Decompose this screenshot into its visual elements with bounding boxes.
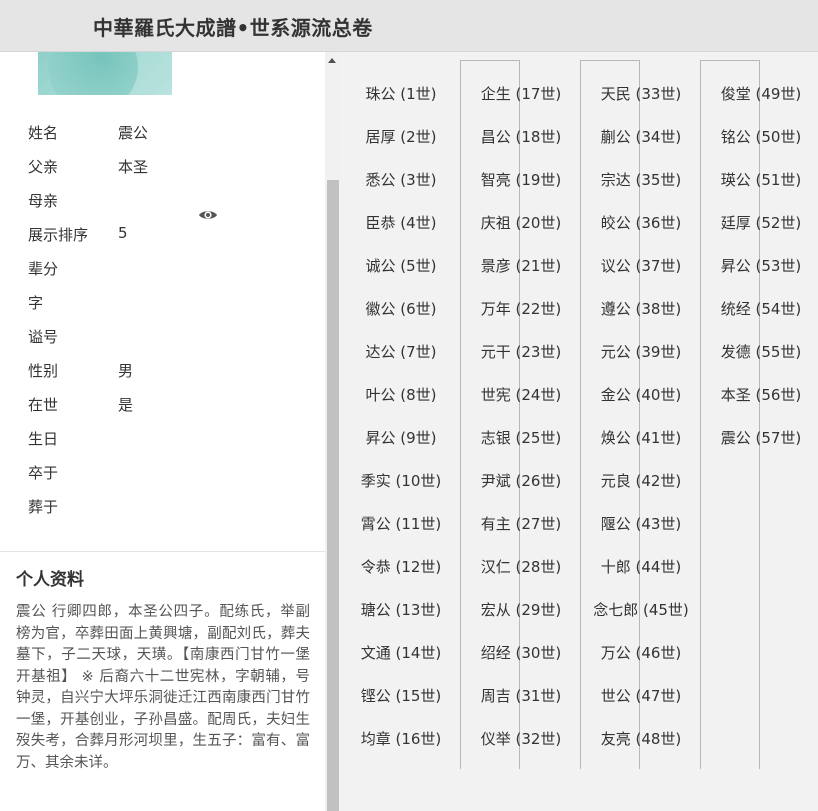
generation-item[interactable]: 有主 (27世) [481, 513, 562, 534]
generation-item[interactable]: 铿公 (15世) [361, 685, 442, 706]
generation-item[interactable]: 尹斌 (26世) [481, 470, 562, 491]
generation-item[interactable]: 万公 (46世) [601, 642, 682, 663]
generation-item[interactable]: 昌公 (18世) [481, 126, 562, 147]
field-value: 本圣 [118, 158, 149, 176]
field-label: 字 [28, 294, 44, 312]
field-value: 5 [118, 224, 128, 242]
field-label: 父亲 [28, 158, 59, 176]
field-label: 生日 [28, 430, 59, 448]
generation-item[interactable]: 世宪 (24世) [481, 384, 562, 405]
generation-item[interactable]: 本圣 (56世) [721, 384, 802, 405]
field-label: 姓名 [28, 124, 59, 142]
generation-item[interactable]: 廷厚 (52世) [721, 212, 802, 233]
generation-item[interactable]: 震公 (57世) [721, 427, 802, 448]
bio-text: 震公 行卿四郎，本圣公四子。配练氏，举副榜为官，卒葬田面上黄興塘，副配刘氏，葬夫… [16, 604, 310, 771]
generation-item[interactable]: 十郎 (44世) [601, 556, 682, 577]
scroll-up-arrow-icon[interactable] [328, 58, 336, 63]
generation-item[interactable]: 元良 (42世) [601, 470, 682, 491]
generation-item[interactable]: 铭公 (50世) [721, 126, 802, 147]
generation-item[interactable]: 叶公 (8世) [365, 384, 436, 405]
generation-item[interactable]: 昇公 (9世) [365, 427, 436, 448]
field-value: 震公 [118, 124, 149, 142]
generation-item[interactable]: 仪举 (32世) [481, 728, 562, 749]
field-value: 男 [118, 362, 134, 380]
generation-item[interactable]: 元公 (39世) [601, 341, 682, 362]
generation-item[interactable]: 焕公 (41世) [601, 427, 682, 448]
field-label: 母亲 [28, 192, 59, 210]
generation-item[interactable]: 瑛公 (51世) [721, 169, 802, 190]
scrollbar[interactable] [325, 52, 339, 811]
field-label: 辈分 [28, 260, 59, 278]
scrollbar-thumb[interactable] [327, 180, 339, 811]
avatar [38, 52, 172, 95]
generation-item[interactable]: 志银 (25世) [481, 427, 562, 448]
generation-item[interactable]: 隁公 (43世) [601, 513, 682, 534]
eye-icon[interactable] [198, 208, 218, 222]
page-title: 中華羅氏大成譜•世系源流总卷 [93, 16, 373, 40]
generation-item[interactable]: 发德 (55世) [721, 341, 802, 362]
generation-item[interactable]: 汉仁 (28世) [481, 556, 562, 577]
field-label: 在世 [28, 396, 59, 414]
field-label: 展示排序 [28, 226, 89, 244]
generation-item[interactable]: 均章 (16世) [361, 728, 442, 749]
generation-item[interactable]: 居厚 (2世) [365, 126, 436, 147]
top-bar: 中華羅氏大成譜•世系源流总卷 [0, 0, 818, 52]
generation-item[interactable]: 俊堂 (49世) [721, 83, 802, 104]
generation-item[interactable]: 万年 (22世) [481, 298, 562, 319]
field-label: 卒于 [28, 464, 59, 482]
generation-item[interactable]: 念七郎 (45世) [593, 599, 689, 620]
generation-item[interactable]: 珠公 (1世) [365, 83, 436, 104]
generation-item[interactable]: 瑭公 (13世) [361, 599, 442, 620]
generation-item[interactable]: 徽公 (6世) [365, 298, 436, 319]
generation-item[interactable]: 议公 (37世) [601, 255, 682, 276]
generation-item[interactable]: 臣恭 (4世) [365, 212, 436, 233]
generation-item[interactable]: 统经 (54世) [721, 298, 802, 319]
generation-item[interactable]: 诚公 (5世) [365, 255, 436, 276]
generation-item[interactable]: 悉公 (3世) [365, 169, 436, 190]
generation-item[interactable]: 季实 (10世) [361, 470, 442, 491]
generation-item[interactable]: 元干 (23世) [481, 341, 562, 362]
generation-item[interactable]: 昇公 (53世) [721, 255, 802, 276]
generation-item[interactable]: 宏从 (29世) [481, 599, 562, 620]
column-bracket [700, 60, 760, 769]
generation-lineage-panel: 珠公 (1世) 居厚 (2世) 悉公 (3世) 臣恭 (4世) 诚公 (5世) 徽公 (6… [339, 52, 818, 811]
generation-item[interactable]: 景彦 (21世) [481, 255, 562, 276]
generation-item[interactable]: 周吉 (31世) [481, 685, 562, 706]
field-label: 谥号 [28, 328, 59, 346]
generation-item[interactable]: 金公 (40世) [601, 384, 682, 405]
generation-item[interactable]: 绍经 (30世) [481, 642, 562, 663]
generation-item[interactable]: 庆祖 (20世) [481, 212, 562, 233]
generation-item[interactable]: 文通 (14世) [361, 642, 442, 663]
generation-item[interactable]: 霄公 (11世) [361, 513, 442, 534]
generation-item[interactable]: 令恭 (12世) [361, 556, 442, 577]
generation-item[interactable]: 皎公 (36世) [601, 212, 682, 233]
generation-item[interactable]: 达公 (7世) [365, 341, 436, 362]
section-divider [0, 551, 325, 552]
generation-item[interactable]: 友亮 (48世) [601, 728, 682, 749]
generation-item[interactable]: 企生 (17世) [481, 83, 562, 104]
section-title: 个人资料 [16, 570, 84, 590]
generation-item[interactable]: 遵公 (38世) [601, 298, 682, 319]
field-label: 性别 [28, 362, 59, 380]
profile-panel: 姓名 震公 父亲 本圣 母亲 展示排序 5 辈分 字 谥号 性别 男 在世 是 … [0, 52, 325, 811]
generation-item[interactable]: 宗达 (35世) [601, 169, 682, 190]
generation-item[interactable]: 蒯公 (34世) [601, 126, 682, 147]
generation-item[interactable]: 智亮 (19世) [481, 169, 562, 190]
generation-item[interactable]: 天民 (33世) [601, 83, 682, 104]
field-value: 是 [118, 396, 134, 414]
field-label: 葬于 [28, 498, 59, 516]
generation-item[interactable]: 世公 (47世) [601, 685, 682, 706]
